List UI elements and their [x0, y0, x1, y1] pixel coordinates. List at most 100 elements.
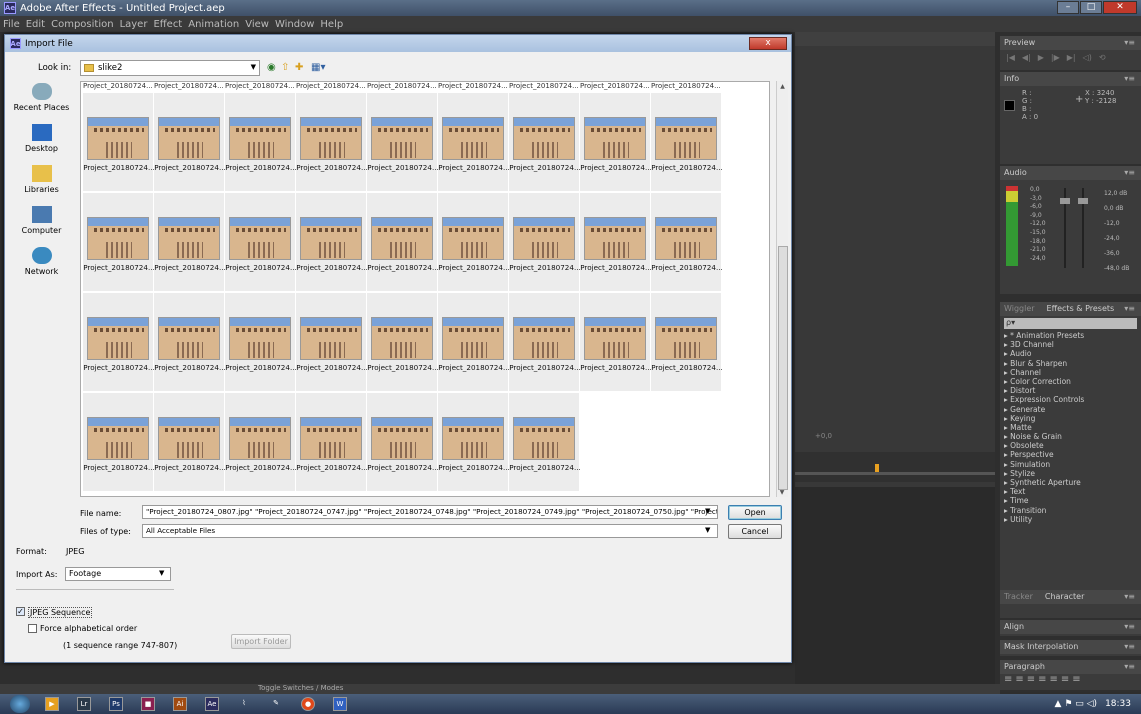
tab-character[interactable]: Character — [1045, 590, 1085, 604]
effect-category[interactable]: ▸ Simulation — [1004, 460, 1141, 469]
effect-category[interactable]: ▸ Audio — [1004, 349, 1141, 358]
force-alphabetical-checkbox[interactable] — [28, 624, 37, 633]
file-item[interactable]: Project_20180724... — [83, 293, 155, 391]
maximize-icon[interactable]: □ — [1080, 1, 1102, 14]
import-as-select[interactable]: Footage — [65, 567, 171, 581]
effect-category[interactable]: ▸ Keying — [1004, 414, 1141, 423]
first-frame-icon[interactable]: |◀ — [1006, 53, 1015, 62]
file-item[interactable]: Project_20180724... — [154, 393, 226, 491]
last-frame-icon[interactable]: ▶| — [1067, 53, 1076, 62]
file-item[interactable]: Project_20180724... — [367, 393, 439, 491]
time-marker-icon[interactable] — [875, 464, 879, 472]
effect-category[interactable]: ▸ Synthetic Aperture — [1004, 478, 1141, 487]
effect-category[interactable]: ▸ Utility — [1004, 515, 1141, 524]
tab-audio[interactable]: Audio — [1004, 166, 1027, 180]
effect-category[interactable]: ▸ 3D Channel — [1004, 340, 1141, 349]
effect-category[interactable]: ▸ Expression Controls — [1004, 395, 1141, 404]
play-icon[interactable]: ▶ — [1038, 53, 1044, 62]
view-menu-icon[interactable]: ▦▾ — [311, 62, 325, 73]
panel-menu-icon[interactable]: ▾≡ — [1124, 302, 1135, 316]
import-folder-button[interactable]: Import Folder — [231, 634, 291, 649]
effect-category[interactable]: ▸ Noise & Grain — [1004, 432, 1141, 441]
file-item[interactable]: Project_20180724... — [651, 93, 723, 191]
panel-menu-icon[interactable]: ▾≡ — [1124, 640, 1135, 654]
up-folder-icon[interactable]: ⇧ — [281, 62, 289, 73]
file-item[interactable]: Project_20180724... — [509, 93, 581, 191]
chevron-down-icon[interactable]: ▼ — [705, 526, 710, 534]
file-item[interactable]: Project_20180724... — [225, 293, 297, 391]
jpeg-sequence-checkbox[interactable]: ✓ — [16, 607, 25, 616]
next-frame-icon[interactable]: |▶ — [1051, 53, 1060, 62]
paragraph-align-icons[interactable]: ≡≡≡≡≡≡≡ — [1000, 674, 1141, 685]
look-in-dropdown[interactable]: slike2 ▼ — [80, 60, 260, 76]
place-computer[interactable]: Computer — [10, 206, 73, 247]
tab-paragraph[interactable]: Paragraph — [1004, 660, 1045, 674]
file-item[interactable]: Project_20180724... — [83, 393, 155, 491]
files-of-type-select[interactable]: All Acceptable Files — [142, 524, 718, 538]
file-item[interactable]: Project_20180724... — [509, 193, 581, 291]
menu-window[interactable]: Window — [275, 19, 314, 30]
cmd-icon[interactable]: ⌇ — [237, 697, 251, 711]
start-button-icon[interactable] — [10, 695, 30, 713]
menu-effect[interactable]: Effect — [153, 19, 182, 30]
menu-animation[interactable]: Animation — [188, 19, 239, 30]
file-item[interactable]: Project_20180724... — [438, 93, 510, 191]
file-item[interactable]: Project_20180724... — [154, 293, 226, 391]
prev-frame-icon[interactable]: ◀| — [1022, 53, 1031, 62]
file-item[interactable]: Project_20180724... — [225, 93, 297, 191]
file-item[interactable]: Project_20180724... — [651, 193, 723, 291]
effect-category[interactable]: ▸ Distort — [1004, 386, 1141, 395]
media-icon[interactable]: ▶ — [45, 697, 59, 711]
paint-icon[interactable]: ✎ — [269, 697, 283, 711]
lightroom-icon[interactable]: Lr — [77, 697, 91, 711]
file-item[interactable]: Project_20180724... — [580, 193, 652, 291]
effect-category[interactable]: ▸ * Animation Presets — [1004, 331, 1141, 340]
file-grid-scrollbar[interactable]: ▲ ▼ — [776, 81, 788, 497]
tab-mask-interpolation[interactable]: Mask Interpolation — [1004, 640, 1078, 654]
indesign-icon[interactable]: ■ — [141, 697, 155, 711]
new-folder-icon[interactable]: ✚ — [295, 62, 303, 73]
minimize-icon[interactable]: – — [1057, 1, 1079, 14]
effects-search-input[interactable]: ρ▾ — [1004, 318, 1137, 329]
scroll-up-icon[interactable]: ▲ — [777, 83, 788, 90]
file-item[interactable]: Project_20180724... — [296, 293, 368, 391]
chevron-down-icon[interactable]: ▼ — [705, 507, 710, 515]
tab-wiggler[interactable]: Wiggler — [1004, 302, 1035, 316]
file-item[interactable]: Project_20180724... — [225, 193, 297, 291]
file-name-input[interactable]: "Project_20180724_0807.jpg" "Project_201… — [142, 505, 718, 519]
volume-slider-left[interactable] — [1060, 198, 1070, 204]
open-button[interactable]: Open — [728, 505, 782, 520]
place-network[interactable]: Network — [10, 247, 73, 288]
file-item[interactable]: Project_20180724... — [580, 293, 652, 391]
cancel-button[interactable]: Cancel — [728, 524, 782, 539]
effect-category[interactable]: ▸ Matte — [1004, 423, 1141, 432]
photoshop-icon[interactable]: Ps — [109, 697, 123, 711]
scroll-down-icon[interactable]: ▼ — [777, 489, 787, 496]
file-item[interactable]: Project_20180724... — [438, 293, 510, 391]
effect-category[interactable]: ▸ Generate — [1004, 405, 1141, 414]
file-item[interactable]: Project_20180724... — [509, 293, 581, 391]
place-desktop[interactable]: Desktop — [10, 124, 73, 165]
menu-edit[interactable]: Edit — [26, 19, 45, 30]
panel-menu-icon[interactable]: ▾≡ — [1124, 590, 1135, 604]
panel-menu-icon[interactable]: ▾≡ — [1124, 36, 1135, 50]
effect-category[interactable]: ▸ Obsolete — [1004, 441, 1141, 450]
file-item[interactable]: Project_20180724... — [651, 293, 723, 391]
file-item[interactable]: Project_20180724... — [367, 193, 439, 291]
file-item[interactable]: Project_20180724... — [438, 193, 510, 291]
file-item[interactable]: Project_20180724... — [225, 393, 297, 491]
menu-help[interactable]: Help — [320, 19, 343, 30]
menu-view[interactable]: View — [245, 19, 269, 30]
file-item[interactable]: Project_20180724... — [438, 393, 510, 491]
effect-category[interactable]: ▸ Transition — [1004, 506, 1141, 515]
file-item[interactable]: Project_20180724... — [367, 93, 439, 191]
effect-category[interactable]: ▸ Text — [1004, 487, 1141, 496]
word-icon[interactable]: W — [333, 697, 347, 711]
back-icon[interactable]: ◉ — [267, 62, 276, 73]
tab-info[interactable]: Info — [1004, 72, 1019, 86]
dialog-close-button[interactable]: x — [749, 37, 787, 50]
menu-layer[interactable]: Layer — [120, 19, 148, 30]
file-item[interactable]: Project_20180724... — [154, 193, 226, 291]
chevron-down-icon[interactable]: ▼ — [251, 63, 256, 71]
file-item[interactable]: Project_20180724... — [83, 193, 155, 291]
